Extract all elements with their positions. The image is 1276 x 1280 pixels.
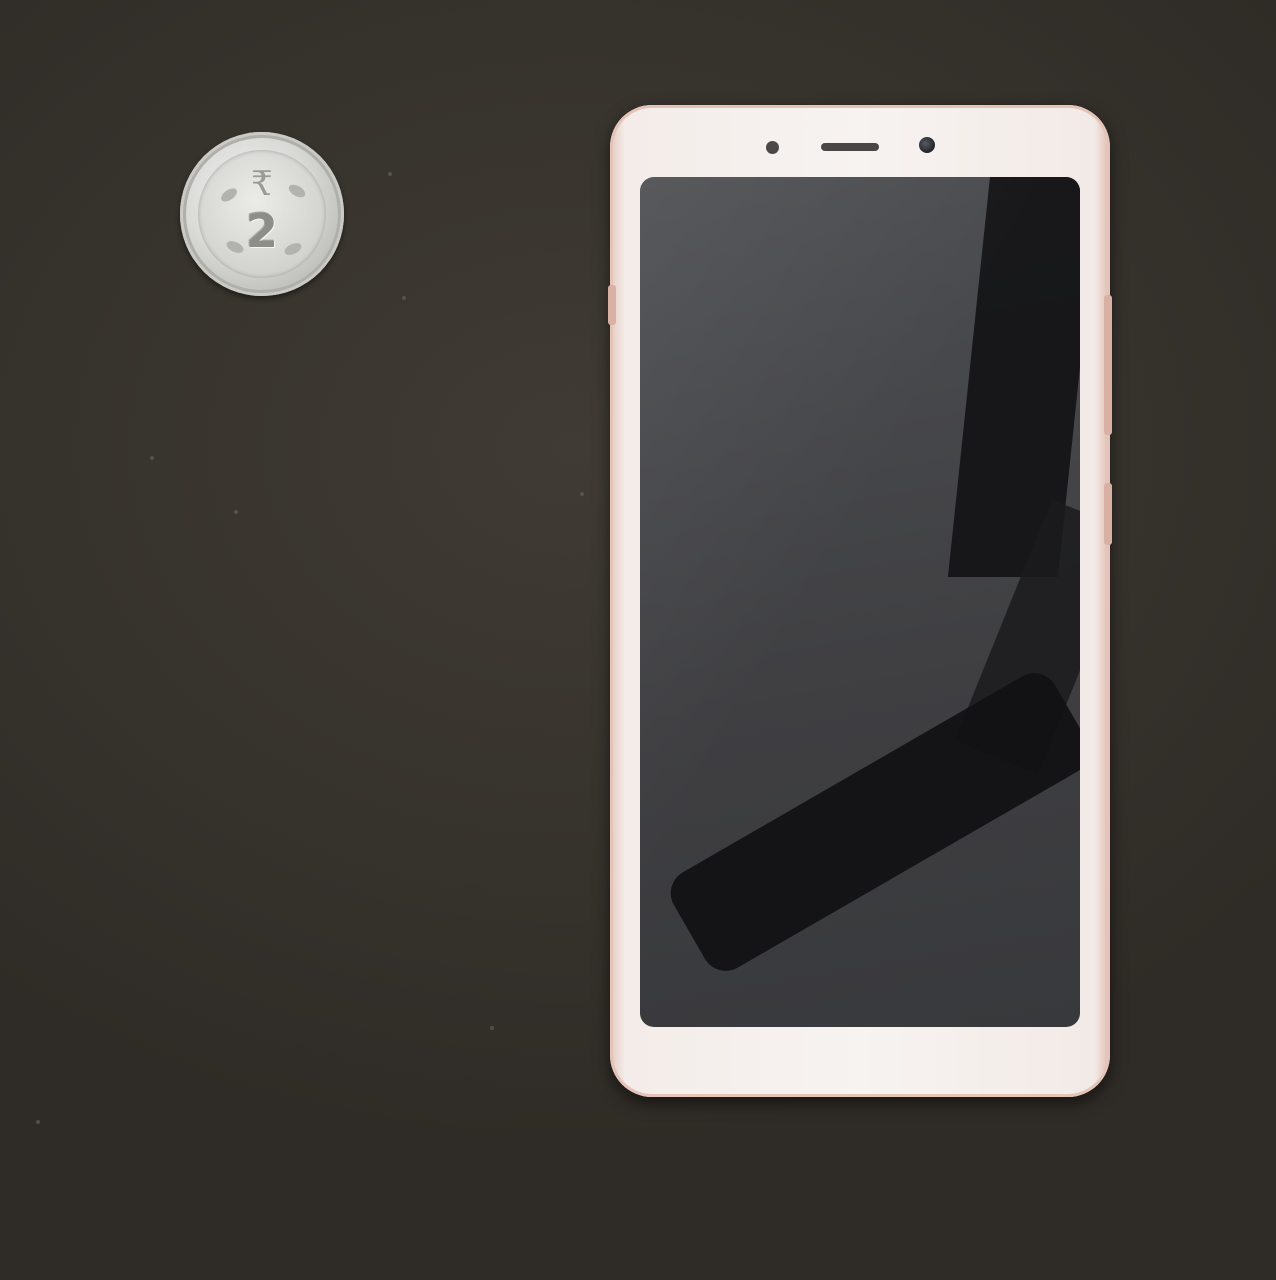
coin-denomination: 2: [245, 204, 278, 258]
dust-speck: [234, 510, 238, 514]
screen-glare: [640, 177, 1080, 1027]
dust-speck: [150, 456, 154, 460]
dust-speck: [580, 492, 584, 496]
dust-speck: [36, 1120, 40, 1124]
earpiece-speaker: [821, 143, 879, 151]
phone-screen: [640, 177, 1080, 1027]
left-side-button: [608, 285, 616, 325]
two-rupee-coin: ₹ 2: [180, 132, 344, 296]
proximity-sensor: [766, 141, 779, 154]
power-button: [1104, 483, 1112, 545]
dust-speck: [402, 296, 406, 300]
dust-speck: [388, 172, 392, 176]
rupee-symbol: ₹: [251, 164, 273, 204]
smartphone: [608, 105, 1112, 1097]
coin-face: ₹ 2: [198, 150, 326, 278]
volume-button: [1104, 295, 1112, 435]
dust-speck: [490, 1026, 494, 1030]
front-camera: [919, 137, 935, 153]
